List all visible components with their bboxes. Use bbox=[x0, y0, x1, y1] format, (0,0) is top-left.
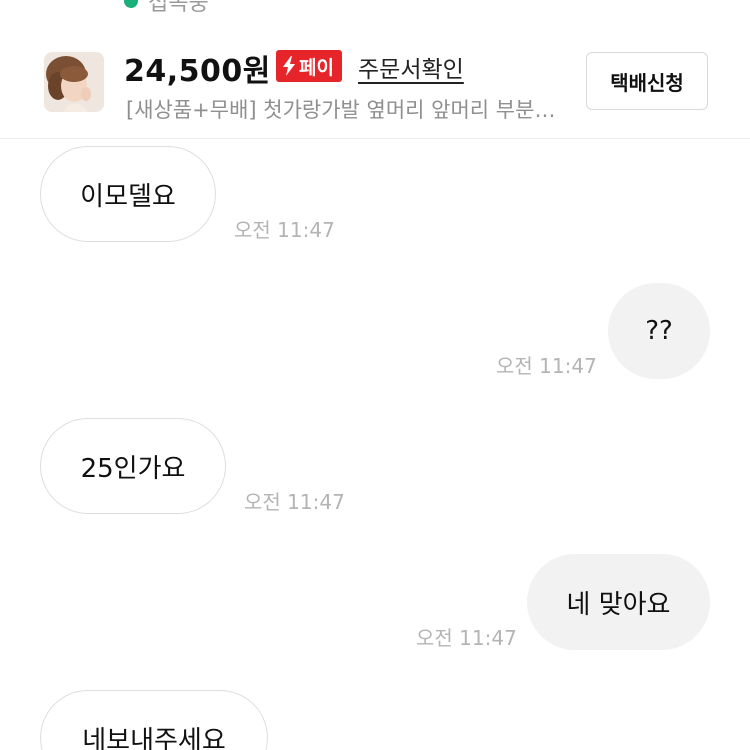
product-price: 24,500원 bbox=[124, 54, 271, 89]
order-confirm-link[interactable]: 주문서확인 bbox=[358, 50, 464, 84]
message-bubble[interactable]: 네보내주세요 bbox=[40, 690, 268, 750]
message-text: 네 맞아요 bbox=[566, 589, 671, 620]
product-thumbnail[interactable] bbox=[44, 52, 104, 112]
message-text: ?? bbox=[645, 316, 673, 346]
message-text: 이모델요 bbox=[80, 181, 176, 212]
message-bubble[interactable]: 이모델요 bbox=[40, 146, 216, 242]
online-dot-icon bbox=[124, 0, 138, 8]
product-bar[interactable]: 24,500원 페이 주문서확인 [새상품+무배] 첫가랑가발 옆머리 앞머리 … bbox=[0, 30, 750, 139]
message-bubble[interactable]: 네 맞아요 bbox=[527, 554, 710, 650]
delivery-request-button[interactable]: 택배신청 bbox=[586, 52, 708, 110]
lightning-icon bbox=[283, 56, 295, 76]
message-time: 오전 11:47 bbox=[496, 354, 597, 378]
message-bubble[interactable]: 25인가요 bbox=[40, 418, 226, 514]
online-status: 접속중 bbox=[124, 0, 209, 16]
message-text: 25인가요 bbox=[80, 453, 186, 484]
chat-screen: 접속중 24,500원 페이 주문서확인 [새상품+무배] 첫가랑가발 옆머리 … bbox=[0, 0, 750, 750]
message-time: 오전 11:47 bbox=[244, 490, 345, 514]
online-status-text: 접속중 bbox=[148, 0, 209, 16]
message-time: 오전 11:47 bbox=[416, 626, 517, 650]
pay-badge: 페이 bbox=[276, 50, 342, 82]
product-description: [새상품+무배] 첫가랑가발 옆머리 앞머리 부분… bbox=[126, 98, 556, 122]
message-time: 오전 11:47 bbox=[234, 218, 335, 242]
message-bubble[interactable]: ?? bbox=[608, 283, 710, 379]
pay-badge-label: 페이 bbox=[299, 56, 334, 79]
message-text: 네보내주세요 bbox=[82, 725, 226, 750]
